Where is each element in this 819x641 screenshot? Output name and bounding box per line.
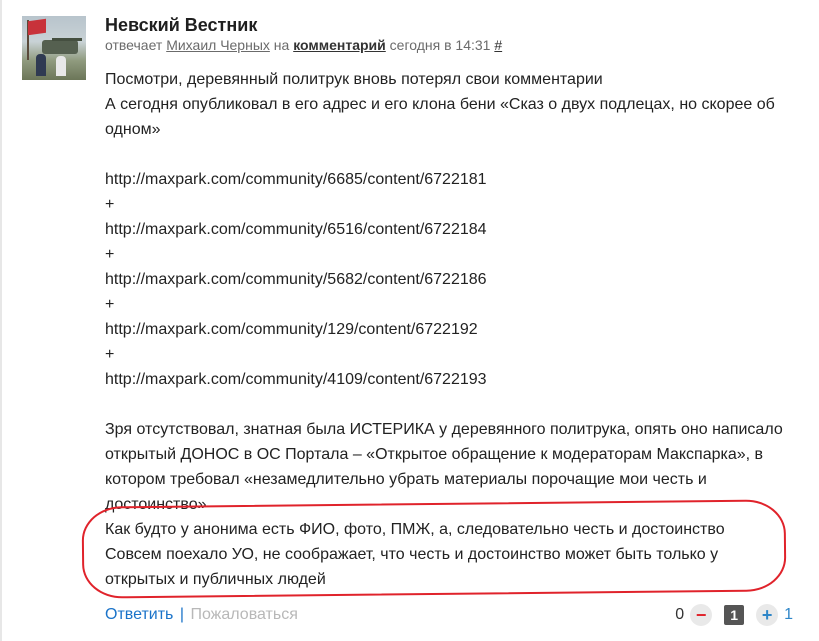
avatar-person (36, 54, 46, 76)
positive-vote-count: 1 (784, 606, 793, 623)
replies-label: отвечает (105, 37, 163, 53)
reply-to-user-link[interactable]: Михаил Черных (166, 37, 270, 53)
rating-badge: 1 (724, 605, 745, 625)
upvote-icon[interactable]: + (756, 604, 779, 626)
comment-actions: Ответить | Пожаловаться (105, 606, 298, 624)
avatar-tank-gun (52, 38, 82, 41)
downvote-icon[interactable]: − (690, 604, 713, 626)
comment-line: Посмотри, деревянный политрук вновь поте… (105, 71, 603, 88)
permalink[interactable]: # (494, 37, 502, 53)
comment-url: http://maxpark.com/community/4109/conten… (105, 371, 487, 388)
action-separator: | (179, 606, 184, 623)
comment-paragraph: Зря отсутствовал, знатная была ИСТЕРИКА … (105, 421, 783, 513)
highlighted-paragraph: Как будто у анонима есть ФИО, фото, ПМЖ,… (105, 521, 725, 588)
comment-plus: + (105, 296, 115, 313)
complain-button[interactable]: Пожаловаться (190, 606, 297, 623)
comment-line: А сегодня опубликовал в его адрес и его … (105, 96, 775, 138)
reply-button[interactable]: Ответить (105, 606, 173, 623)
avatar-person (56, 56, 66, 76)
negative-vote-count: 0 (675, 606, 685, 623)
avatar-tank (42, 40, 78, 54)
avatar[interactable] (22, 16, 86, 80)
comment-plus: + (105, 246, 115, 263)
left-divider (0, 0, 2, 641)
parent-comment-link[interactable]: комментарий (293, 37, 386, 53)
comment-url: http://maxpark.com/community/6516/conten… (105, 221, 487, 238)
on-label: на (273, 37, 290, 53)
vote-controls: 0 − 1 + 1 (675, 604, 793, 626)
comment-author[interactable]: Невский Вестник (105, 15, 257, 36)
comment-url: http://maxpark.com/community/5682/conten… (105, 271, 487, 288)
comment-plus: + (105, 346, 115, 363)
comment-url: http://maxpark.com/community/6685/conten… (105, 171, 487, 188)
comment-meta: отвечает Михаил Черных на комментарий се… (105, 37, 502, 53)
comment-body: Посмотри, деревянный политрук вновь поте… (105, 67, 785, 592)
comment-plus: + (105, 196, 115, 213)
comment-url: http://maxpark.com/community/129/content… (105, 321, 478, 338)
timestamp: сегодня в 14:31 (389, 37, 491, 53)
avatar-flag (28, 18, 46, 36)
